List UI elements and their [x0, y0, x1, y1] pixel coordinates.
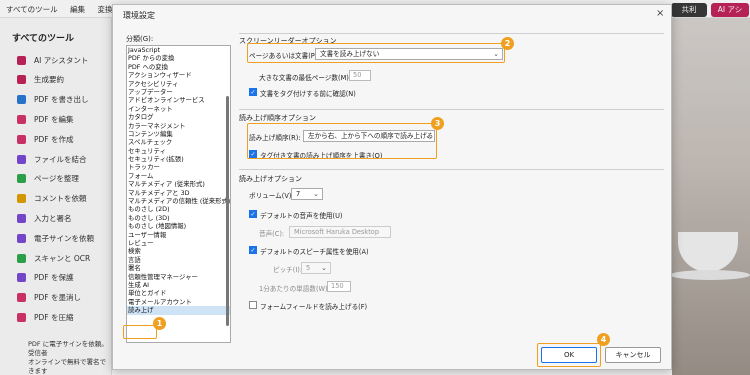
min-pages-label: 大きな文書の最低ページ数(M): — [259, 74, 352, 82]
chevron-down-icon: ⌄ — [313, 190, 319, 198]
category-item[interactable]: 署名 — [127, 264, 230, 272]
category-item[interactable]: 言語 — [127, 256, 230, 264]
highlight-screen-reader — [247, 43, 505, 63]
words-per-minute-label: 1分あたりの単語数(W): — [259, 285, 330, 293]
category-item[interactable]: カラーマネジメント — [127, 122, 230, 130]
min-pages-input[interactable]: 50 — [349, 70, 371, 81]
volume-select[interactable]: 7 ⌄ — [291, 188, 323, 200]
category-item[interactable]: 単位とガイド — [127, 289, 230, 297]
voice-select[interactable]: Microsoft Haruka Desktop — [289, 226, 391, 238]
marker-2: 2 — [501, 37, 514, 50]
category-item[interactable]: コンテンツ編集 — [127, 130, 230, 138]
highlight-category — [123, 325, 157, 339]
category-item[interactable]: スペルチェック — [127, 138, 230, 146]
categories-list[interactable]: JavaScript PDF からの変換 PDF への変換 アクションウィザード アクセ… — [126, 45, 231, 343]
dialog-title: 環境設定 — [123, 11, 155, 20]
pitch-label: ピッチ(I): — [273, 266, 303, 274]
category-item[interactable]: マルチメディアと 3D — [127, 189, 230, 197]
marker-4: 4 — [597, 333, 610, 346]
read-out-title: 読み上げオプション — [239, 175, 302, 183]
default-voice-checkbox[interactable]: ✓ — [249, 210, 257, 218]
category-item[interactable]: 信頼性管理マネージャー — [127, 273, 230, 281]
category-item[interactable]: 検索 — [127, 247, 230, 255]
voice-value: Microsoft Haruka Desktop — [294, 228, 380, 236]
categories-label: 分類(G): — [126, 35, 154, 43]
marker-3: 3 — [431, 117, 444, 130]
volume-label: ボリューム(V): — [249, 192, 294, 200]
category-item[interactable]: インターネット — [127, 105, 230, 113]
marker-1: 1 — [153, 317, 166, 330]
read-out-section: 読み上げオプション ボリューム(V): 7 ⌄ ✓ デフォルトの音声を使用(U)… — [239, 169, 664, 319]
category-item[interactable]: 電子メールアカウント — [127, 298, 230, 306]
pitch-select[interactable]: 5 ⌄ — [301, 262, 331, 274]
category-item[interactable]: アクションウィザード — [127, 71, 230, 79]
default-speech-checkbox[interactable]: ✓ — [249, 246, 257, 254]
pitch-value: 5 — [306, 264, 311, 272]
highlight-ok — [537, 343, 601, 367]
volume-value: 7 — [296, 190, 301, 198]
categories-scrollbar[interactable] — [226, 96, 229, 326]
category-item[interactable]: トラッカー — [127, 163, 230, 171]
confirm-tagging-checkbox[interactable]: ✓ — [249, 88, 257, 96]
reading-order-title: 読み上げ順序オプション — [239, 114, 316, 122]
category-item[interactable]: PDF からの変換 — [127, 54, 230, 62]
words-per-minute-input[interactable]: 150 — [327, 281, 351, 292]
category-item[interactable]: セキュリティ(拡張) — [127, 155, 230, 163]
category-item[interactable]: ものさし (2D) — [127, 205, 230, 213]
category-item[interactable]: マルチメディア (従来形式) — [127, 180, 230, 188]
default-speech-label: デフォルトのスピーチ属性を使用(A) — [260, 248, 369, 256]
category-item[interactable]: マルチメディアの信頼性 (従来形式) — [127, 197, 230, 205]
read-form-fields-checkbox[interactable] — [249, 301, 257, 309]
category-item[interactable]: カタログ — [127, 113, 230, 121]
category-item[interactable]: セキュリティ — [127, 147, 230, 155]
category-item[interactable]: アクセシビリティ — [127, 80, 230, 88]
voice-label: 音声(C): — [259, 230, 285, 238]
category-item[interactable]: アドビオンラインサービス — [127, 96, 230, 104]
category-item[interactable]: フォーム — [127, 172, 230, 180]
default-voice-label: デフォルトの音声を使用(U) — [260, 212, 343, 220]
category-item[interactable]: 読み上げ — [127, 306, 230, 315]
category-item[interactable]: レビュー — [127, 239, 230, 247]
category-item[interactable]: PDF への変換 — [127, 63, 230, 71]
preferences-dialog: 環境設定 × 分類(G): JavaScript PDF からの変換 PDF への変… — [112, 4, 672, 370]
chevron-down-icon: ⌄ — [321, 264, 327, 272]
category-item[interactable]: ものさし (3D) — [127, 214, 230, 222]
category-item[interactable]: ものさし (地図情報) — [127, 222, 230, 230]
highlight-reading-order — [247, 123, 437, 159]
read-form-fields-label: フォームフィールドを読み上げる(F) — [260, 303, 368, 311]
cancel-button[interactable]: キャンセル — [605, 347, 661, 363]
close-icon[interactable]: × — [656, 8, 664, 19]
category-item[interactable]: ユーザー情報 — [127, 231, 230, 239]
confirm-tagging-label: 文書をタグ付けする前に確認(N) — [260, 90, 356, 98]
